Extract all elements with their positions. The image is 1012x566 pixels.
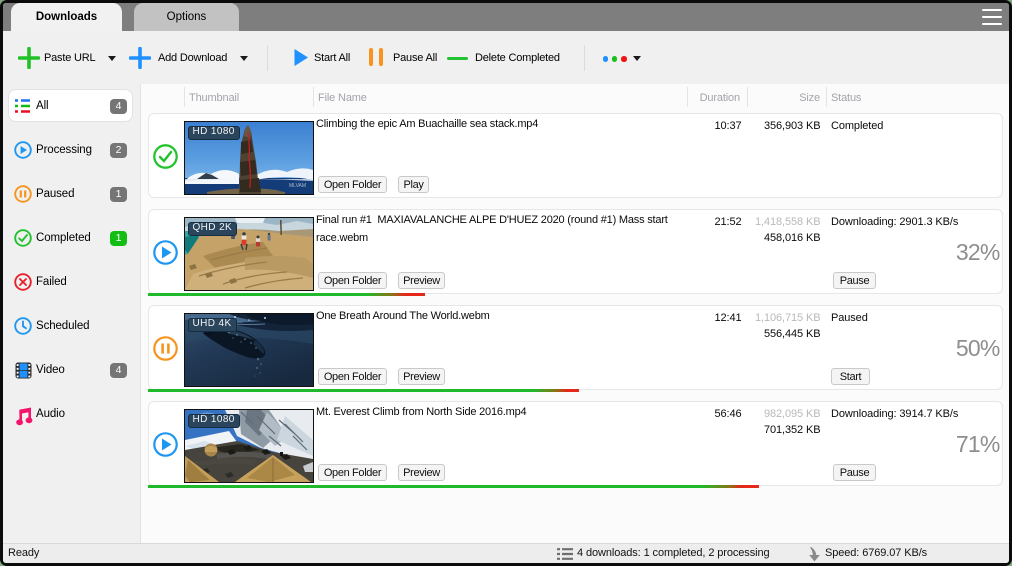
svg-text:MLVAM: MLVAM (289, 183, 306, 189)
